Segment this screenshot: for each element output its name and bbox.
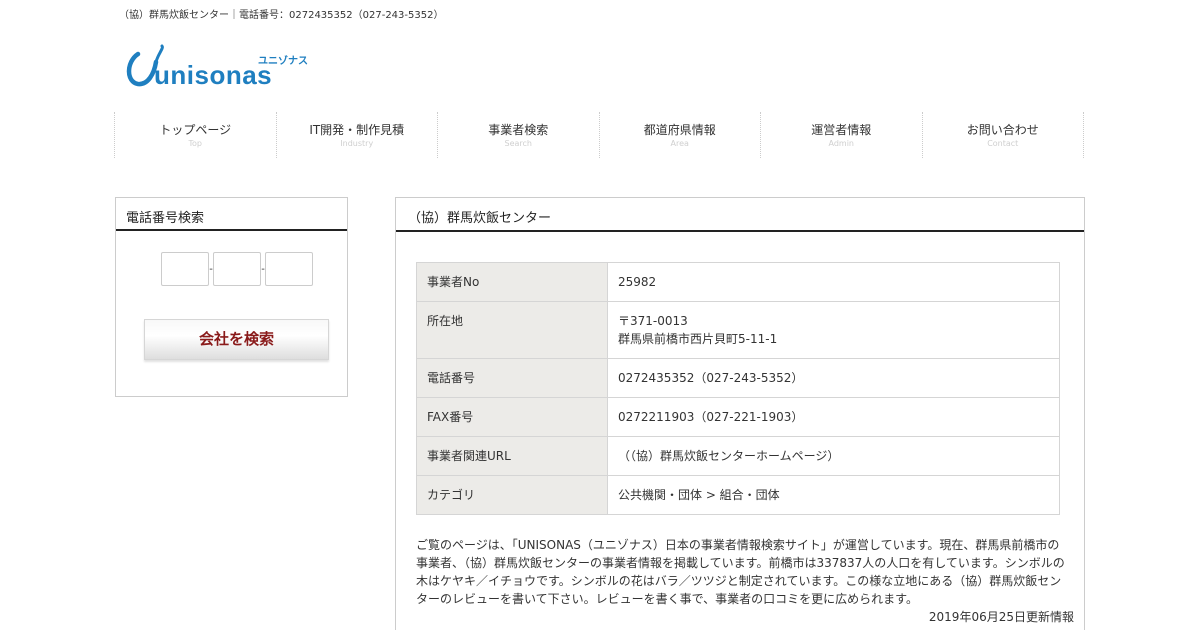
table-row: 所在地 〒371-0013 群馬県前橋市西片貝町5-11-1	[416, 301, 1060, 359]
nav-sublabel: Admin	[828, 139, 855, 148]
row-value-address: 〒371-0013 群馬県前橋市西片貝町5-11-1	[607, 301, 1060, 359]
nav-label: 運営者情報	[811, 123, 872, 137]
business-detail-panel: （協）群馬炊飯センター 事業者No 25982 所在地 〒371-0013 群馬…	[395, 197, 1085, 630]
street-address: 群馬県前橋市西片貝町5-11-1	[618, 332, 778, 346]
row-key-business-no: 事業者No	[416, 262, 608, 302]
nav-item-search[interactable]: 事業者検索 Search	[437, 112, 599, 158]
nav-label: トップページ	[159, 123, 232, 137]
phone-input-group: - -	[161, 252, 313, 286]
table-row: カテゴリ 公共機関・団体 > 組合・団体	[416, 475, 1060, 515]
phone-search-panel: 電話番号検索 - - 会社を検索	[115, 197, 348, 397]
logo-kana: ユニゾナス	[258, 54, 308, 67]
phone-search-title: 電話番号検索	[116, 198, 347, 231]
nav-sublabel: Contact	[987, 139, 1019, 148]
row-key-category: カテゴリ	[416, 475, 608, 515]
nav-item-industry[interactable]: IT開発・制作見積 Industry	[275, 112, 438, 158]
nav-sublabel: Search	[504, 139, 532, 148]
row-value-phone: 0272435352（027-243-5352）	[607, 358, 1060, 398]
table-row: 事業者No 25982	[416, 262, 1060, 302]
row-value-url-link[interactable]: （（協）群馬炊飯センターホームページ）	[607, 436, 1060, 476]
nav-sublabel: Industry	[340, 139, 374, 148]
row-value-business-no: 25982	[607, 262, 1060, 302]
nav-label: IT開発・制作見積	[309, 123, 405, 137]
main-navigation: トップページ Top IT開発・制作見積 Industry 事業者検索 Sear…	[114, 112, 1084, 158]
nav-label: 都道府県情報	[643, 123, 716, 137]
table-row: 事業者関連URL （（協）群馬炊飯センターホームページ）	[416, 436, 1060, 476]
row-key-address: 所在地	[416, 301, 608, 359]
nav-item-area[interactable]: 都道府県情報 Area	[598, 112, 761, 158]
table-row: FAX番号 0272211903（027-221-1903）	[416, 397, 1060, 437]
business-name-title: （協）群馬炊飯センター	[396, 198, 1084, 232]
row-key-fax: FAX番号	[416, 397, 608, 437]
nav-sublabel: Top	[188, 139, 203, 148]
nav-sublabel: Area	[670, 139, 689, 148]
row-value-fax: 0272211903（027-221-1903）	[607, 397, 1060, 437]
nav-item-top[interactable]: トップページ Top	[114, 112, 276, 158]
unisonas-logo[interactable]: unisonas ユニゾナス	[124, 44, 324, 92]
page-description: ご覧のページは、「UNISONAS（ユニゾナス）日本の事業者情報検索サイト」が運…	[416, 538, 1065, 606]
postal-code: 〒371-0013	[618, 314, 688, 328]
table-row: 電話番号 0272435352（027-243-5352）	[416, 358, 1060, 398]
phone-number-input[interactable]	[265, 252, 313, 286]
company-search-button[interactable]: 会社を検索	[144, 319, 329, 360]
nav-item-admin[interactable]: 運営者情報 Admin	[760, 112, 922, 158]
nav-label: お問い合わせ	[966, 123, 1039, 137]
phone-exchange-input[interactable]	[213, 252, 261, 286]
business-info-table: 事業者No 25982 所在地 〒371-0013 群馬県前橋市西片貝町5-11…	[416, 262, 1060, 515]
row-key-url: 事業者関連URL	[416, 436, 608, 476]
site-tagline: （協）群馬炊飯センター｜電話番号：0272435352（027-243-5352…	[119, 10, 444, 21]
nav-label: 事業者検索	[488, 123, 549, 137]
phone-area-code-input[interactable]	[161, 252, 209, 286]
row-value-category: 公共機関・団体 > 組合・団体	[607, 475, 1060, 515]
nav-item-contact[interactable]: お問い合わせ Contact	[921, 112, 1084, 158]
logo-wordmark: unisonas	[154, 60, 272, 90]
row-key-phone: 電話番号	[416, 358, 608, 398]
updated-date: 2019年06月25日更新情報	[928, 610, 1074, 624]
